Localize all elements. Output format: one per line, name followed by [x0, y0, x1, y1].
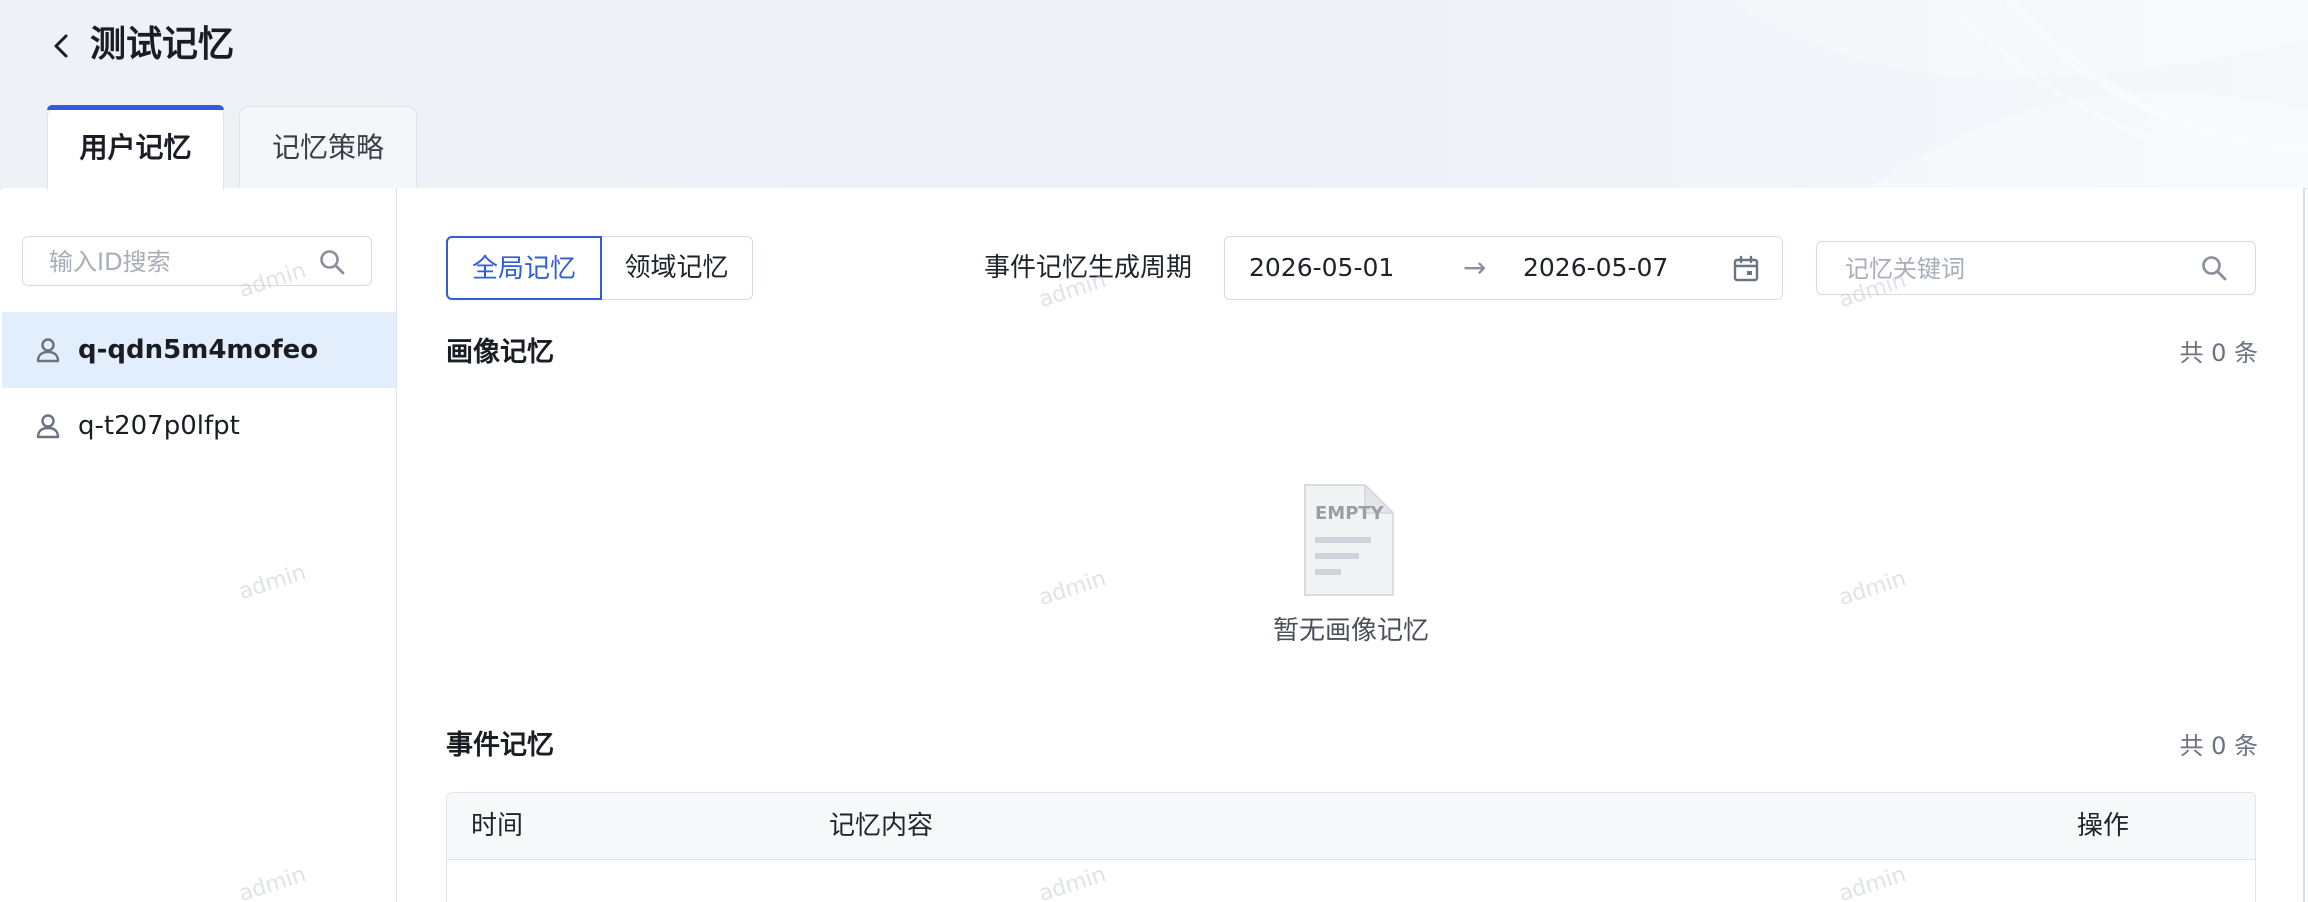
empty-document-icon: EMPTY	[1304, 484, 1394, 596]
keyword-search-input[interactable]	[1843, 252, 2177, 286]
profile-memory-title: 画像记忆	[446, 337, 554, 368]
keyword-search-box	[1816, 241, 2256, 295]
search-icon[interactable]	[317, 247, 347, 277]
column-header-time: 时间	[471, 811, 524, 841]
start-date[interactable]: 2026-05-01	[1249, 237, 1394, 299]
empty-icon-label: EMPTY	[1315, 503, 1385, 524]
event-period-label: 事件记忆生成周期	[984, 253, 1193, 283]
table-header: 时间 记忆内容 操作	[447, 793, 2255, 860]
page-header: 测试记忆 用户记忆 记忆策略	[0, 0, 2308, 190]
column-header-content: 记忆内容	[829, 811, 934, 841]
back-chevron-icon[interactable]	[44, 28, 80, 64]
user-icon	[36, 338, 60, 363]
header-decoration	[1728, 0, 2308, 188]
event-memory-table: 时间 记忆内容 操作	[446, 792, 2256, 902]
empty-state: EMPTY 暂无画像记忆	[446, 473, 2256, 713]
user-list-item[interactable]: q-t207p0lfpt	[2, 388, 396, 464]
memory-content: 全局记忆 领域记忆 事件记忆生成周期 2026-05-01 → 2026-05-…	[397, 188, 2305, 902]
user-id-label: q-t207p0lfpt	[78, 411, 240, 441]
empty-state-text: 暂无画像记忆	[1272, 616, 1429, 646]
user-search-box	[22, 236, 372, 286]
page: 测试记忆 用户记忆 记忆策略 q-qdn5m4mofeo q-t207p0lf	[0, 0, 2308, 902]
user-icon	[36, 414, 60, 439]
user-id-label: q-qdn5m4mofeo	[78, 335, 319, 365]
page-title: 测试记忆	[90, 24, 235, 65]
user-list-item[interactable]: q-qdn5m4mofeo	[2, 312, 396, 388]
event-memory-count: 共 0 条	[2179, 732, 2258, 760]
range-arrow: →	[1463, 251, 1487, 284]
search-icon[interactable]	[2199, 253, 2229, 283]
calendar-icon[interactable]	[1732, 255, 1760, 283]
tab-user-memory[interactable]: 用户记忆	[47, 105, 224, 190]
tab-memory-strategy[interactable]: 记忆策略	[239, 106, 417, 188]
scope-domain-button[interactable]: 领域记忆	[601, 236, 753, 300]
user-id-search-input[interactable]	[47, 245, 321, 279]
end-date[interactable]: 2026-05-07	[1523, 237, 1668, 299]
scope-global-button[interactable]: 全局记忆	[446, 236, 602, 300]
date-range-picker[interactable]: 2026-05-01 → 2026-05-07	[1224, 236, 1783, 300]
page-scrollbar[interactable]	[2303, 188, 2305, 902]
column-header-actions: 操作	[2077, 811, 2130, 841]
user-sidebar: q-qdn5m4mofeo q-t207p0lfpt	[2, 188, 397, 902]
profile-memory-count: 共 0 条	[2179, 339, 2258, 367]
event-memory-title: 事件记忆	[446, 730, 554, 761]
